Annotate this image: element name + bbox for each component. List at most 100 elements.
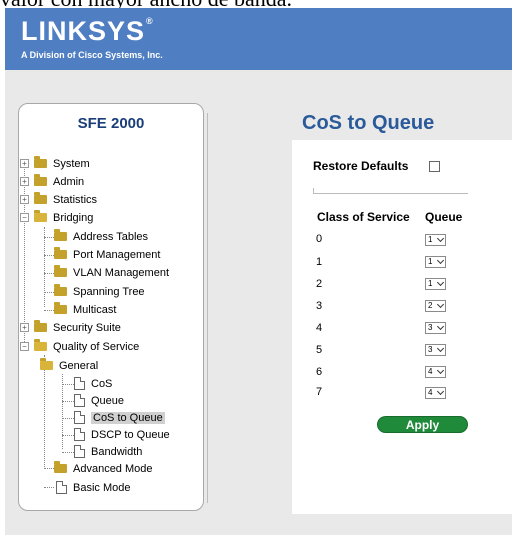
nav-item-cos-to-queue[interactable]: CoS to Queue: [74, 409, 165, 426]
folder-icon: [54, 302, 67, 314]
document-icon: [56, 481, 67, 494]
chevron-down-icon: [436, 256, 445, 265]
nav-label: Quality of Service: [53, 340, 140, 353]
folder-icon: [54, 461, 67, 473]
restore-defaults-label: Restore Defaults: [313, 159, 409, 173]
cos-value: 0: [316, 233, 323, 245]
cos-value: 7: [316, 386, 323, 398]
cos-value: 5: [316, 344, 323, 356]
queue-value: 3: [428, 345, 433, 354]
cos-value: 2: [316, 278, 323, 290]
nav-label: Spanning Tree: [73, 285, 145, 298]
nav-label: Bridging: [53, 211, 94, 224]
queue-select[interactable]: 3: [425, 344, 446, 356]
cos-value: 4: [316, 322, 323, 334]
queue-value: 1: [428, 279, 433, 288]
main-panel: [292, 140, 512, 514]
nav-item-address-tables[interactable]: Address Tables: [54, 228, 148, 245]
nav-label: Port Management: [73, 248, 161, 261]
nav-divider: [207, 113, 208, 503]
folder-icon: [54, 265, 67, 277]
chevron-down-icon: [436, 278, 445, 287]
column-header-queue: Queue: [425, 210, 463, 224]
collapse-icon[interactable]: −: [20, 213, 29, 222]
nav-item-security-suite[interactable]: + Security Suite: [20, 319, 121, 336]
cos-value: 3: [316, 300, 323, 312]
nav-label: VLAN Management: [73, 266, 169, 279]
chevron-down-icon: [436, 387, 445, 396]
chevron-down-icon: [436, 300, 445, 309]
chevron-down-icon: [436, 344, 445, 353]
folder-icon: [34, 192, 47, 204]
folder-icon: [54, 229, 67, 241]
expand-icon[interactable]: +: [20, 323, 29, 332]
folder-icon: [54, 247, 67, 259]
queue-select[interactable]: 4: [425, 387, 446, 399]
nav-item-system[interactable]: + System: [20, 155, 90, 172]
expand-icon[interactable]: +: [20, 159, 29, 168]
document-icon: [74, 428, 85, 441]
expand-icon[interactable]: +: [20, 195, 29, 204]
queue-value: 4: [428, 367, 433, 376]
header-banner: LINKSYS® A Division of Cisco Systems, In…: [5, 8, 512, 70]
nav-label: Bandwidth: [91, 445, 143, 458]
nav-item-admin[interactable]: + Admin: [20, 173, 84, 190]
nav-item-multicast[interactable]: Multicast: [54, 301, 116, 318]
chevron-down-icon: [436, 366, 445, 375]
nav-item-port-management[interactable]: Port Management: [54, 246, 160, 263]
nav-item-queue[interactable]: Queue: [74, 392, 124, 409]
collapse-icon[interactable]: −: [20, 342, 29, 351]
queue-select[interactable]: 1: [425, 256, 446, 268]
queue-value: 4: [428, 388, 433, 397]
nav-label: Admin: [53, 175, 85, 188]
nav-item-general[interactable]: General: [40, 357, 98, 374]
cos-value: 6: [316, 366, 323, 378]
nav-item-advanced-mode[interactable]: Advanced Mode: [54, 460, 153, 477]
nav-item-bandwidth[interactable]: Bandwidth: [74, 443, 142, 460]
queue-value: 1: [428, 235, 433, 244]
nav-item-vlan-management[interactable]: VLAN Management: [54, 264, 169, 281]
queue-select[interactable]: 1: [425, 278, 446, 290]
nav-label: System: [53, 157, 90, 170]
nav-item-dscp-to-queue[interactable]: DSCP to Queue: [74, 426, 170, 443]
expand-icon[interactable]: +: [20, 177, 29, 186]
queue-select[interactable]: 2: [425, 300, 446, 312]
queue-select[interactable]: 3: [425, 322, 446, 334]
page-title: CoS to Queue: [302, 112, 435, 134]
nav-item-bridging[interactable]: − Bridging: [20, 209, 93, 226]
device-title: SFE 2000: [77, 115, 145, 132]
queue-select[interactable]: 1: [425, 234, 446, 246]
apply-button[interactable]: Apply: [377, 416, 468, 433]
folder-icon: [34, 320, 47, 332]
nav-label: Advanced Mode: [73, 462, 153, 475]
cos-value: 1: [316, 256, 323, 268]
chevron-down-icon: [436, 322, 445, 331]
nav-label: CoS: [91, 377, 113, 390]
page-caption: valor con mayor ancho de banda.: [0, 0, 512, 8]
nav-label: Statistics: [53, 193, 98, 206]
queue-value: 1: [428, 257, 433, 266]
nav-item-cos[interactable]: CoS: [74, 375, 112, 392]
folder-icon: [54, 284, 67, 296]
queue-select[interactable]: 4: [425, 366, 446, 378]
linksys-logo: LINKSYS®: [21, 16, 154, 47]
nav-label: Queue: [91, 394, 125, 407]
document-icon: [74, 377, 85, 390]
nav-item-spanning-tree[interactable]: Spanning Tree: [54, 283, 145, 300]
queue-value: 3: [428, 323, 433, 332]
restore-defaults-checkbox[interactable]: [429, 161, 440, 172]
nav-item-basic-mode[interactable]: Basic Mode: [56, 479, 130, 496]
nav-label: Security Suite: [53, 321, 121, 334]
document-icon: [74, 394, 85, 407]
nav-item-statistics[interactable]: + Statistics: [20, 191, 97, 208]
nav-label: Multicast: [73, 303, 117, 316]
brand-tagline: A Division of Cisco Systems, Inc.: [21, 50, 163, 60]
folder-icon: [34, 156, 47, 168]
section-divider: [313, 193, 468, 194]
nav-label: General: [59, 359, 99, 372]
open-folder-icon: [40, 358, 53, 370]
registered-mark: ®: [146, 16, 154, 26]
nav-item-quality-of-service[interactable]: − Quality of Service: [20, 338, 139, 355]
chevron-down-icon: [436, 234, 445, 243]
open-folder-icon: [34, 210, 47, 222]
